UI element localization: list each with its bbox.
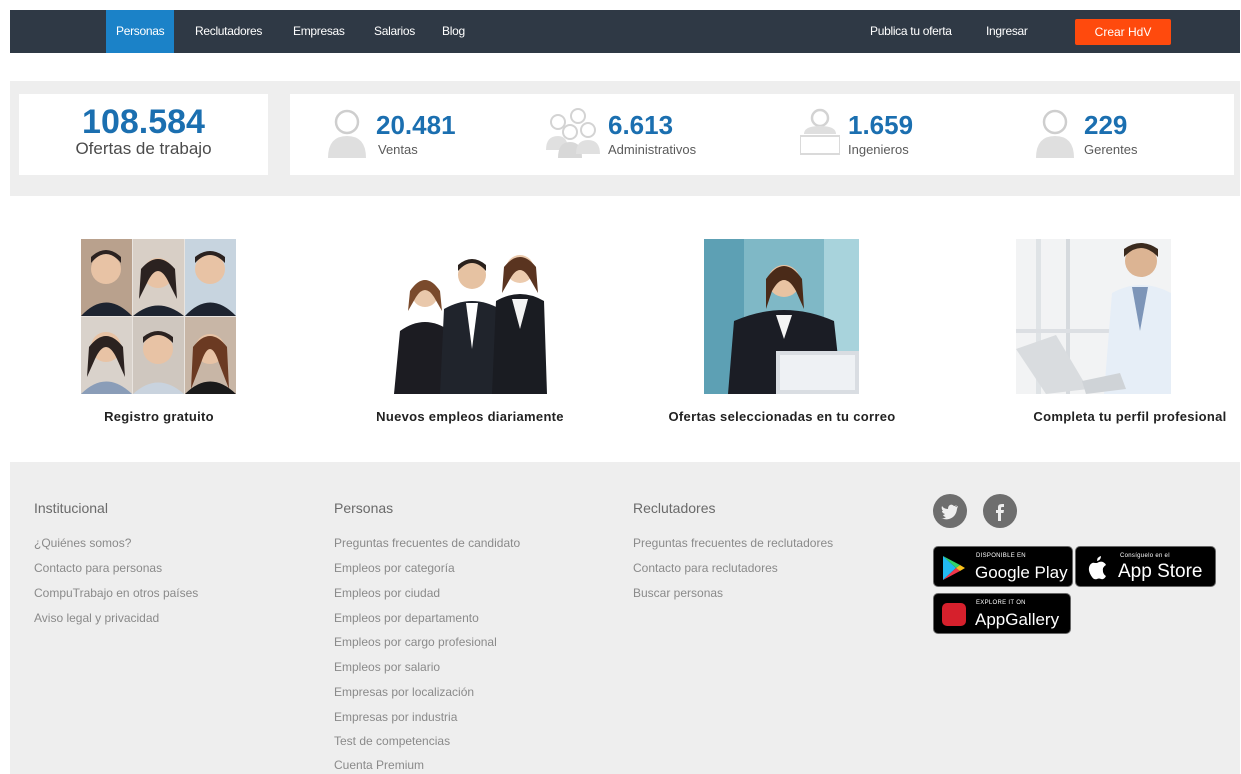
- nav-blog[interactable]: Blog: [442, 10, 465, 53]
- appgallery-small-text: EXPLORE IT ON: [976, 600, 1026, 606]
- footer-link[interactable]: Aviso legal y privacidad: [34, 611, 159, 625]
- footer-link[interactable]: ¿Quiénes somos?: [34, 536, 131, 550]
- app-store-badge[interactable]: Consíguelo en el App Store: [1075, 546, 1216, 587]
- footer-link[interactable]: Contacto para personas: [34, 561, 162, 575]
- google-play-badge[interactable]: DISPONIBLE EN Google Play: [933, 546, 1073, 587]
- nav-login[interactable]: Ingresar: [986, 10, 1028, 53]
- footer-link[interactable]: Empleos por ciudad: [334, 586, 440, 600]
- feature-new-jobs[interactable]: Nuevos empleos diariamente: [376, 239, 564, 424]
- nav-personas[interactable]: Personas: [106, 10, 175, 53]
- google-play-small-text: DISPONIBLE EN: [976, 553, 1026, 559]
- total-offers-label: Ofertas de trabajo: [75, 139, 212, 158]
- footer-link[interactable]: Buscar personas: [633, 586, 723, 600]
- category-stats: 20.481 Ventas 6.613 Administrativos 1.65…: [290, 94, 1234, 175]
- category-label: Administrativos: [608, 142, 697, 157]
- category-ingenieros[interactable]: 1.659 Ingenieros: [800, 94, 1000, 175]
- category-administrativos[interactable]: 6.613 Administrativos: [544, 94, 754, 175]
- facebook-icon[interactable]: [983, 494, 1017, 528]
- category-ventas[interactable]: 20.481 Ventas: [326, 94, 526, 175]
- footer-link[interactable]: Cuenta Premium: [334, 758, 424, 772]
- app-store-big-text: App Store: [1118, 561, 1203, 582]
- footer-link[interactable]: Empresas por localización: [334, 685, 474, 699]
- footer-title-reclutadores: Reclutadores: [633, 500, 716, 516]
- category-count: 6.613: [608, 110, 674, 140]
- category-count: 229: [1084, 110, 1128, 140]
- footer-link[interactable]: Empleos por categoría: [334, 561, 455, 575]
- huawei-icon: [942, 603, 966, 626]
- top-navbar: Personas Reclutadores Empresas Salarios …: [10, 10, 1240, 53]
- footer-title-personas: Personas: [334, 500, 394, 516]
- apple-icon: [1088, 556, 1106, 580]
- total-offers-count: 108.584: [82, 103, 205, 141]
- woman-laptop-image: [704, 239, 859, 394]
- group-icon: [546, 108, 600, 158]
- footer-link[interactable]: Preguntas frecuentes de candidato: [334, 536, 520, 550]
- category-label: Gerentes: [1084, 142, 1138, 157]
- feature-caption: Nuevos empleos diariamente: [376, 409, 564, 424]
- man-laptop-image: [1016, 239, 1171, 394]
- total-offers-card[interactable]: 108.584 Ofertas de trabajo: [19, 94, 268, 175]
- nav-salarios[interactable]: Salarios: [374, 10, 415, 53]
- manager-icon: [1036, 109, 1074, 158]
- category-count: 1.659: [848, 110, 914, 140]
- google-play-big-text: Google Play: [975, 563, 1068, 582]
- footer-link[interactable]: Empleos por cargo profesional: [334, 635, 497, 649]
- feature-caption: Ofertas seleccionadas en tu correo: [668, 409, 896, 424]
- nav-reclutadores[interactable]: Reclutadores: [195, 10, 262, 53]
- create-cv-button[interactable]: Crear HdV: [1075, 19, 1171, 45]
- appgallery-badge[interactable]: EXPLORE IT ON AppGallery: [933, 593, 1071, 634]
- footer-link[interactable]: Preguntas frecuentes de reclutadores: [633, 536, 833, 550]
- google-play-icon: [943, 556, 965, 580]
- appgallery-big-text: AppGallery: [975, 610, 1060, 629]
- business-team-image: [392, 239, 547, 394]
- twitter-icon[interactable]: [933, 494, 967, 528]
- person-icon: [328, 109, 366, 158]
- footer-title-institucional: Institucional: [34, 500, 108, 516]
- feature-email-offers[interactable]: Ofertas seleccionadas en tu correo: [669, 239, 895, 424]
- feature-complete-profile[interactable]: Completa tu perfil profesional: [1016, 239, 1226, 424]
- engineer-icon: [800, 108, 840, 155]
- footer-link[interactable]: Empresas por industria: [334, 710, 457, 724]
- app-store-small-text: Consíguelo en el: [1120, 553, 1170, 559]
- category-label: Ingenieros: [848, 142, 909, 157]
- feature-caption: Completa tu perfil profesional: [1033, 409, 1227, 424]
- feature-caption: Registro gratuito: [104, 409, 214, 424]
- footer-link[interactable]: Test de competencias: [334, 734, 450, 748]
- category-count: 20.481: [376, 110, 456, 140]
- category-gerentes[interactable]: 229 Gerentes: [1034, 94, 1204, 175]
- category-label: Ventas: [378, 142, 418, 157]
- footer-link[interactable]: Empleos por departamento: [334, 611, 479, 625]
- nav-post-offer[interactable]: Publica tu oferta: [870, 10, 952, 53]
- footer-link[interactable]: Contacto para reclutadores: [633, 561, 778, 575]
- footer-link[interactable]: CompuTrabajo en otros países: [34, 586, 198, 600]
- feature-free-registration[interactable]: Registro gratuito: [81, 239, 236, 424]
- footer-link[interactable]: Empleos por salario: [334, 660, 440, 674]
- people-collage-image: [81, 239, 236, 394]
- nav-empresas[interactable]: Empresas: [293, 10, 345, 53]
